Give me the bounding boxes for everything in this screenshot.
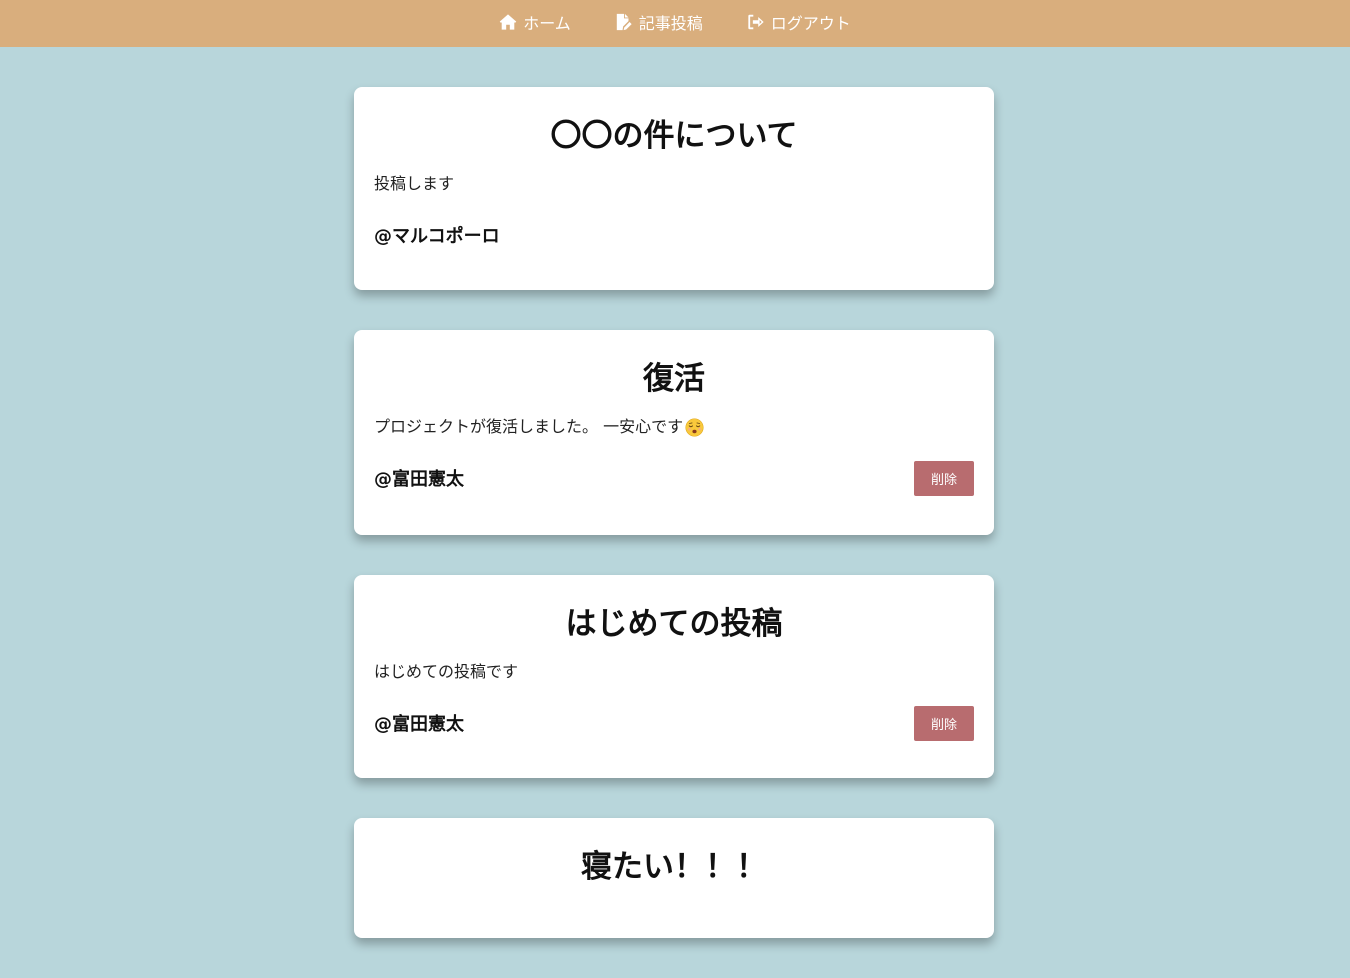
post-body-text: 投稿します <box>374 174 455 193</box>
file-pen-icon <box>616 13 632 30</box>
nav-home-label: ホーム <box>523 13 571 33</box>
post-body: プロジェクトが復活しました。 一安心です <box>374 416 974 438</box>
nav-post-label: 記事投稿 <box>638 13 703 33</box>
post-card: はじめての投稿 はじめての投稿です @富田憲太 削除 <box>354 575 994 778</box>
post-body-text: はじめての投稿です <box>374 662 519 681</box>
post-title: 寝たい！！！ <box>581 849 767 885</box>
post-author: @富田憲太 <box>374 714 464 735</box>
post-footer: @富田憲太 削除 <box>374 460 974 496</box>
post-body-text: プロジェクトが復活しました。 一安心です <box>374 417 684 436</box>
post-card: 〇〇の件について 投稿します @マルコポーロ <box>354 87 994 290</box>
post-title: はじめての投稿 <box>565 606 783 642</box>
delete-button[interactable]: 削除 <box>914 460 974 496</box>
nav-logout-link[interactable]: ログアウト <box>747 0 851 47</box>
post-body: はじめての投稿です <box>374 661 974 683</box>
post-card: 復活 プロジェクトが復活しました。 一安心です @富田憲太 削除 <box>354 330 994 535</box>
post-card: 寝たい！！！ <box>354 818 994 938</box>
post-body: 投稿します <box>374 173 974 195</box>
logout-icon <box>748 14 764 29</box>
post-author: @マルコポーロ <box>374 226 500 247</box>
nav-logout-label: ログアウト <box>770 13 851 33</box>
nav-home-link[interactable]: ホーム <box>499 0 571 47</box>
relieved-face-emoji-icon <box>685 417 704 437</box>
post-footer: @マルコポーロ <box>374 217 974 253</box>
post-title: 〇〇の件について <box>550 118 798 154</box>
delete-button[interactable]: 削除 <box>914 705 974 741</box>
post-footer: @富田憲太 削除 <box>374 705 974 741</box>
nav-post-link[interactable]: 記事投稿 <box>615 0 703 47</box>
post-title: 復活 <box>643 361 705 397</box>
post-author: @富田憲太 <box>374 469 464 490</box>
home-icon <box>499 13 517 30</box>
top-navbar: ホーム 記事投稿 ログアウト <box>0 0 1350 47</box>
post-feed: 〇〇の件について 投稿します @マルコポーロ 復活 プロジェクトが復活しました。… <box>354 87 994 978</box>
